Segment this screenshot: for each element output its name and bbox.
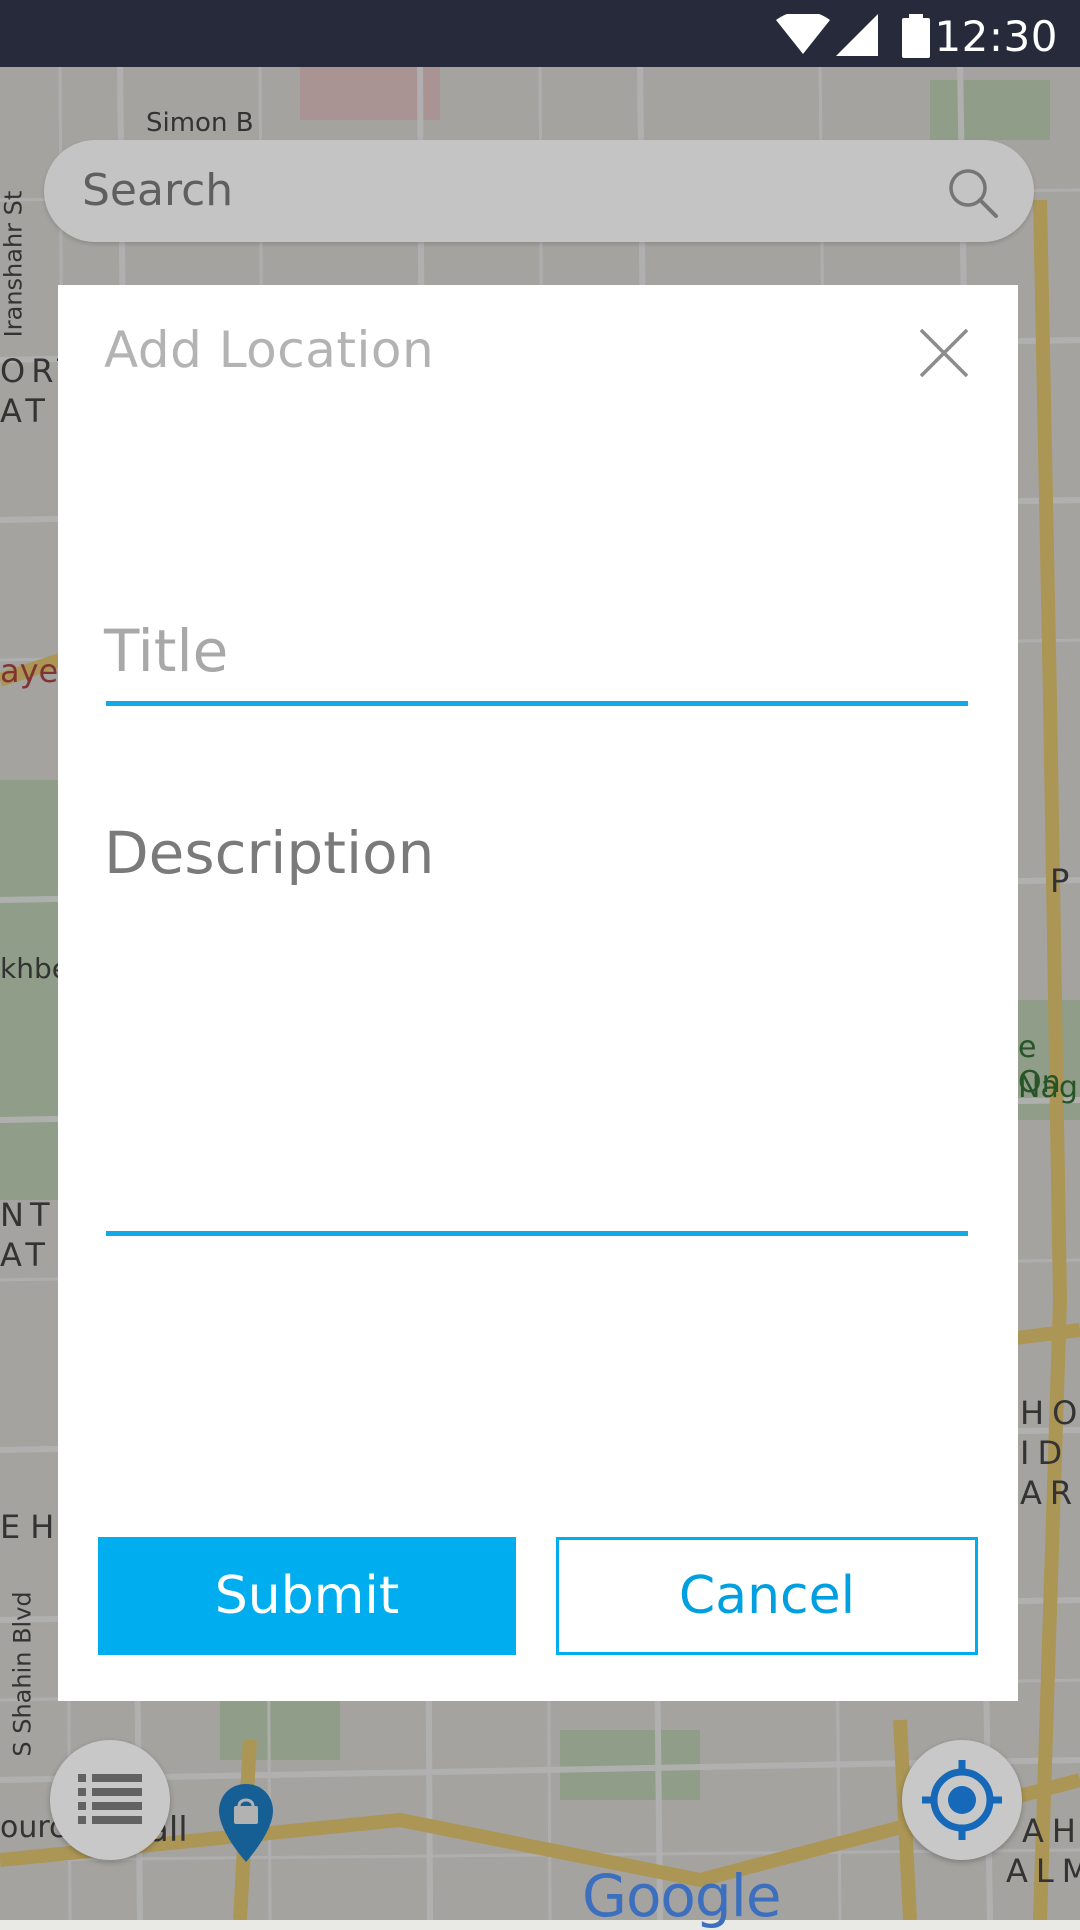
my-location-icon — [922, 1760, 1002, 1840]
submit-button[interactable]: Submit — [98, 1537, 516, 1655]
list-icon — [78, 1774, 142, 1824]
battery-icon — [902, 14, 930, 58]
close-icon[interactable] — [918, 327, 970, 379]
status-bar: 12:30 — [0, 0, 1080, 67]
my-location-button[interactable] — [902, 1740, 1022, 1860]
status-time: 12:30 — [934, 12, 1058, 61]
description-field[interactable]: Description — [104, 819, 434, 887]
search-icon[interactable] — [944, 164, 1000, 220]
dialog-title: Add Location — [104, 321, 435, 379]
search-bar[interactable] — [44, 140, 1034, 242]
wifi-icon — [776, 14, 830, 54]
title-field-underline — [106, 701, 968, 706]
add-location-dialog: Add Location Title Description Submit Ca… — [58, 285, 1018, 1701]
description-field-underline — [106, 1231, 968, 1236]
cancel-button[interactable]: Cancel — [556, 1537, 978, 1655]
title-field[interactable]: Title — [104, 617, 228, 685]
list-view-button[interactable] — [50, 1740, 170, 1860]
cell-signal-icon — [836, 14, 878, 56]
search-input[interactable] — [82, 140, 932, 242]
